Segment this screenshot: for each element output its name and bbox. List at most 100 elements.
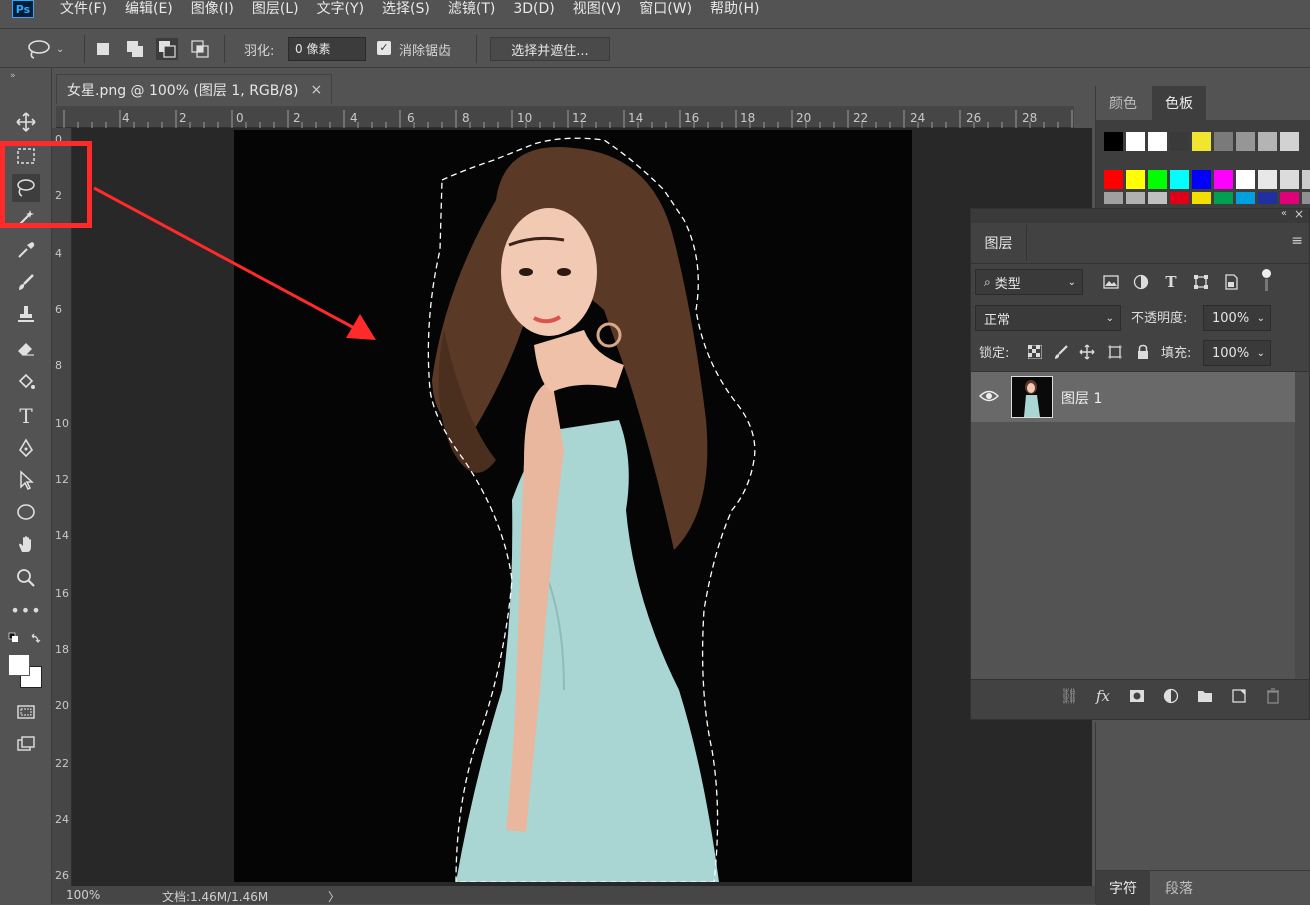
color-swatch[interactable] [1192,170,1211,189]
panel-menu-icon[interactable]: ≡ [1291,233,1303,249]
quick-mask-button[interactable] [12,698,40,726]
status-menu-arrow[interactable]: 〉 [328,888,340,905]
path-selection-tool[interactable] [12,466,40,494]
color-swatch[interactable] [1104,192,1123,204]
lock-position-button[interactable] [1077,342,1097,362]
color-swatch[interactable] [1236,192,1255,204]
layer-thumbnail[interactable] [1011,376,1053,418]
tab-paragraph[interactable]: 段落 [1152,871,1206,905]
layer-style-button[interactable]: fx [1093,686,1113,706]
menu-file[interactable]: 文件(F) [60,0,107,18]
color-swatch[interactable] [1280,192,1299,204]
filter-adjustment-layer-button[interactable] [1131,272,1151,292]
edit-toolbar-button[interactable]: ••• [10,596,40,624]
filter-shape-layer-button[interactable] [1191,272,1211,292]
filter-smart-object-button[interactable] [1221,272,1241,292]
color-swatch[interactable] [1192,132,1211,151]
color-swatch[interactable] [1148,170,1167,189]
menu-window[interactable]: 窗口(W) [639,0,692,18]
brush-tool[interactable] [12,268,40,296]
table-row[interactable]: 图层 1 [971,372,1295,422]
select-and-mask-button[interactable]: 选择并遮住... [490,37,610,61]
layers-scrollbar[interactable] [1295,372,1309,680]
antialias-checkbox[interactable]: ✓ [377,41,391,55]
color-swatch[interactable] [1170,192,1189,204]
tab-color[interactable]: 颜色 [1096,86,1150,120]
link-layers-button[interactable]: ⛓ [1059,686,1079,706]
menu-image[interactable]: 图像(I) [191,0,234,18]
color-picker-swatches[interactable] [8,654,44,690]
menu-select[interactable]: 选择(S) [382,0,430,18]
collapse-panel-icon[interactable]: « [1281,208,1287,219]
tab-layers[interactable]: 图层 [971,225,1027,261]
clone-stamp-tool[interactable] [12,300,40,328]
visibility-toggle[interactable] [978,388,1000,404]
menu-layer[interactable]: 图层(L) [252,0,299,18]
color-swatch[interactable] [1280,170,1299,189]
foreground-color-swatch[interactable] [8,654,30,676]
filter-type-layer-button[interactable]: T [1161,272,1181,292]
color-swatch[interactable] [1126,132,1145,151]
close-icon[interactable]: × [310,82,322,98]
hand-tool[interactable] [12,530,40,558]
menu-help[interactable]: 帮助(H) [710,0,759,18]
filter-toggle[interactable] [1261,269,1271,293]
fill-input[interactable]: 100% ⌄ [1203,340,1271,366]
collapse-toolbar-icon[interactable]: » [10,71,16,81]
color-swatch[interactable] [1258,132,1277,151]
pen-tool[interactable] [12,434,40,462]
ellipse-tool[interactable] [12,498,40,526]
menu-filter[interactable]: 滤镜(T) [448,0,495,18]
color-swatch[interactable] [1214,192,1233,204]
color-swatch[interactable] [1170,170,1189,189]
default-colors-icon[interactable] [8,632,44,648]
color-swatch[interactable] [1258,170,1277,189]
blend-mode-select[interactable]: 正常 ⌄ [975,305,1121,331]
eyedropper-tool[interactable] [12,236,40,264]
color-swatch[interactable] [1170,132,1189,151]
panel-header-bar[interactable]: « × [971,207,1309,223]
new-group-button[interactable] [1195,686,1215,706]
color-swatch[interactable] [1126,192,1145,204]
menu-view[interactable]: 视图(V) [573,0,622,18]
tool-preset-picker[interactable]: ⌄ [26,37,72,61]
lock-all-button[interactable] [1133,342,1153,362]
intersect-selection-button[interactable] [189,38,211,60]
add-mask-button[interactable] [1127,686,1147,706]
menu-edit[interactable]: 编辑(E) [125,0,173,18]
paint-bucket-tool[interactable] [12,368,40,396]
color-swatch[interactable] [1214,170,1233,189]
tab-swatches[interactable]: 色板 [1152,86,1206,120]
color-swatch[interactable] [1126,170,1145,189]
new-adjustment-layer-button[interactable] [1161,686,1181,706]
new-layer-button[interactable] [1229,686,1249,706]
color-swatch[interactable] [1192,192,1211,204]
close-icon[interactable]: × [1294,207,1304,221]
document-info[interactable]: 文档:1.46M/1.46M [162,888,268,905]
feather-input[interactable]: 0 像素 [288,37,366,61]
color-swatch[interactable] [1302,170,1310,189]
color-swatch[interactable] [1302,192,1310,204]
eraser-tool[interactable] [12,334,40,362]
move-tool[interactable] [12,108,40,136]
lock-image-pixels-button[interactable] [1051,342,1071,362]
color-swatch[interactable] [1104,170,1123,189]
menu-type[interactable]: 文字(Y) [317,0,364,18]
color-swatch[interactable] [1214,132,1233,151]
opacity-input[interactable]: 100% ⌄ [1203,305,1271,331]
color-swatch[interactable] [1148,192,1167,204]
document-tab[interactable]: 女星.png @ 100% (图层 1, RGB/8) × [56,74,332,104]
filter-pixel-layer-button[interactable] [1101,272,1121,292]
new-selection-button[interactable] [92,38,114,60]
color-swatch[interactable] [1236,170,1255,189]
delete-layer-button[interactable] [1263,686,1283,706]
color-swatch[interactable] [1148,132,1167,151]
color-swatch[interactable] [1280,132,1299,151]
add-to-selection-button[interactable] [124,38,146,60]
color-swatch[interactable] [1258,192,1277,204]
type-tool[interactable]: T [12,402,40,430]
color-swatch[interactable] [1104,132,1123,151]
layer-filter-select[interactable]: ⌕ 类型 ⌄ [975,269,1083,295]
zoom-tool[interactable] [12,564,40,592]
lock-transparent-pixels-button[interactable] [1025,342,1045,362]
